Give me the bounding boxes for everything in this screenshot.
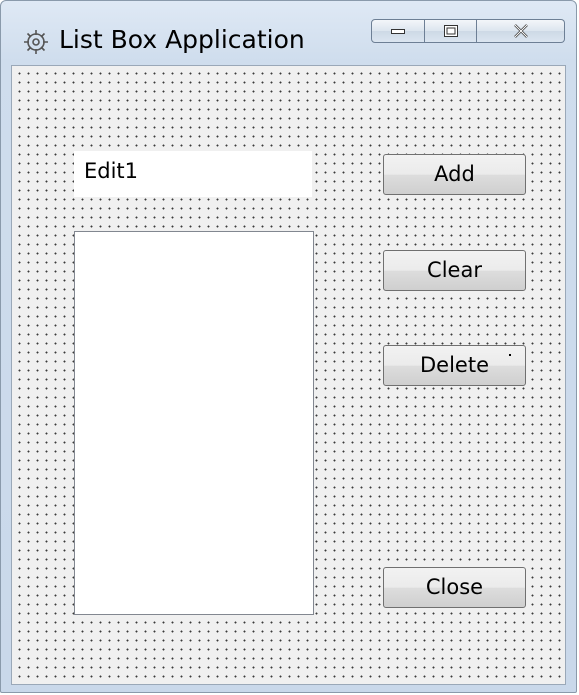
minimize-icon: [391, 29, 405, 34]
close-button[interactable]: Close: [383, 567, 526, 608]
maximize-button[interactable]: [425, 19, 477, 43]
add-button[interactable]: Add: [383, 154, 526, 195]
list-box[interactable]: [74, 231, 314, 615]
application-window: List Box Application Edit1 Add Clear Del…: [0, 0, 577, 693]
close-window-button[interactable]: [477, 19, 565, 43]
close-icon: [513, 24, 528, 38]
delete-button[interactable]: Delete: [383, 345, 526, 386]
clear-button[interactable]: Clear: [383, 250, 526, 291]
delete-marker-dot: [509, 354, 511, 356]
window-title: List Box Application: [59, 25, 305, 54]
maximize-icon: [443, 25, 458, 37]
form-designer-area: Edit1 Add Clear Delete Close: [11, 65, 566, 685]
delete-button-label: Delete: [420, 353, 489, 377]
edit-input[interactable]: Edit1: [74, 151, 312, 197]
caption-buttons: [371, 19, 566, 45]
title-bar[interactable]: List Box Application: [1, 1, 576, 65]
minimize-button[interactable]: [371, 19, 425, 43]
app-gear-icon[interactable]: [23, 29, 49, 55]
